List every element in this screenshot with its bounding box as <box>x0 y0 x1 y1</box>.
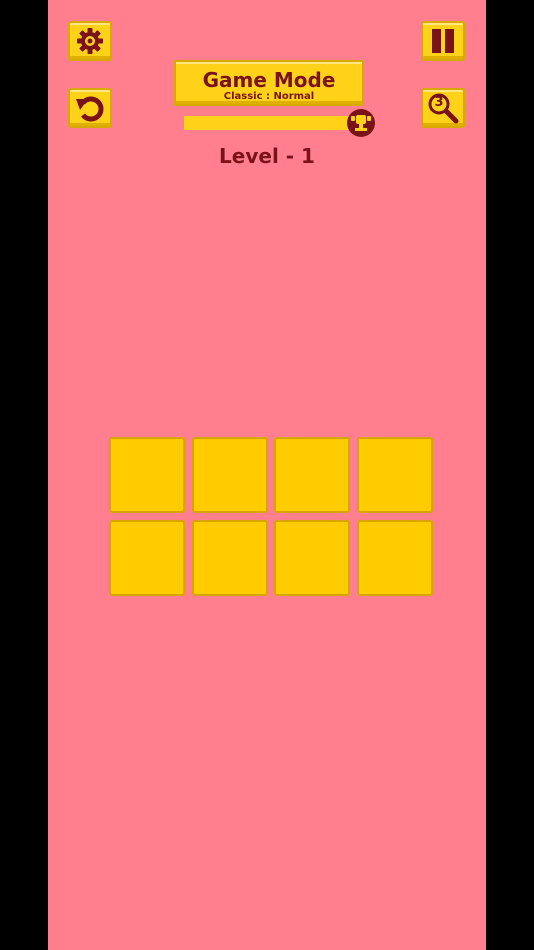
progress-fill <box>184 116 354 130</box>
undo-icon <box>74 93 106 123</box>
gear-icon <box>75 26 105 56</box>
game-mode-subtitle: Classic : Normal <box>223 91 315 102</box>
game-mode-banner: Game Mode Classic : Normal <box>174 60 364 106</box>
pause-button[interactable] <box>421 21 465 61</box>
trophy-icon <box>347 109 375 137</box>
game-mode-title: Game Mode <box>202 68 336 92</box>
tile-r2-c3[interactable] <box>274 519 350 596</box>
level-progress-bar <box>184 116 354 130</box>
tile-r1-c2[interactable] <box>191 437 268 513</box>
tile-r1-c4[interactable] <box>356 437 433 513</box>
hint-count: 3 <box>434 95 444 110</box>
tile-r1-c3[interactable] <box>274 437 350 513</box>
tile-r2-c4[interactable] <box>356 519 433 596</box>
game-screen: 3 Game Mode Classic : Normal Level - 1 <box>48 0 486 950</box>
undo-button[interactable] <box>68 88 112 128</box>
tile-r1-c1[interactable] <box>109 437 185 513</box>
hint-button[interactable]: 3 <box>421 88 465 128</box>
tile-r2-c1[interactable] <box>109 519 185 596</box>
tile-r2-c2[interactable] <box>191 519 268 596</box>
pause-icon <box>428 27 458 55</box>
magnifier-icon: 3 <box>426 92 460 124</box>
settings-button[interactable] <box>68 21 112 61</box>
level-label: Level - 1 <box>219 144 315 168</box>
